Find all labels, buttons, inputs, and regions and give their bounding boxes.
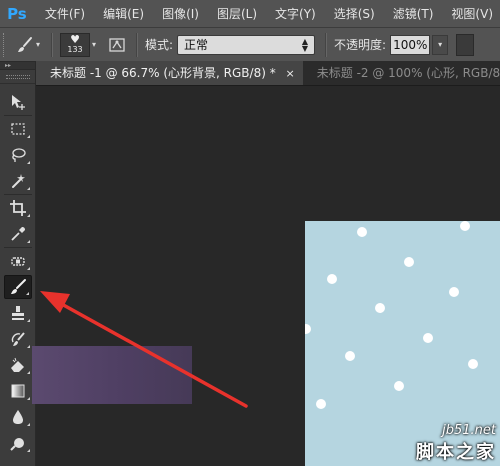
- watermark-text: 脚本之家: [416, 442, 496, 463]
- watermark: jb51.net 脚本之家: [416, 423, 496, 464]
- annotation-arrow: [40, 291, 248, 408]
- watermark-url: jb51.net: [442, 423, 496, 438]
